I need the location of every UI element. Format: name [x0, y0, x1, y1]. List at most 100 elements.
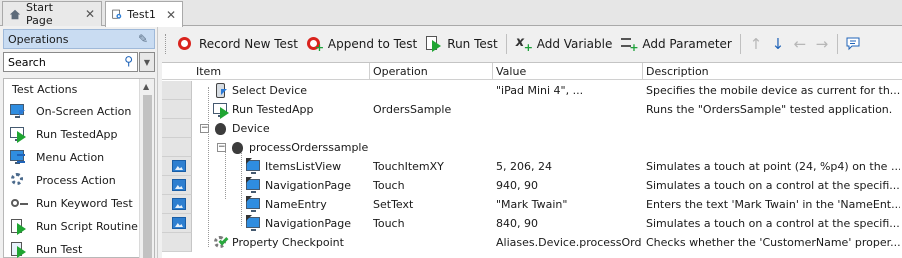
button-label: Run Test [447, 36, 498, 51]
collapse-icon[interactable]: − [217, 143, 226, 152]
operation-item-on-screen-action[interactable]: On-Screen Action [10, 100, 131, 122]
toolbar-grip[interactable] [165, 33, 169, 54]
operations-group-header: Test Actions [12, 83, 78, 96]
row-item-label: processOrderssample [249, 141, 369, 154]
column-divider[interactable] [642, 63, 643, 80]
row-item-label: Device [232, 122, 270, 135]
record-icon [177, 35, 195, 53]
grid-row-property-checkpoint[interactable]: Property Checkpoint Aliases.Device.proce… [192, 233, 902, 252]
row-gutter[interactable] [162, 138, 192, 157]
search-dropdown-button[interactable]: ▼ [139, 52, 155, 72]
move-left-icon[interactable]: ← [789, 32, 811, 56]
toolbar-separator [505, 33, 507, 54]
run-test-button[interactable]: Run Test [421, 32, 501, 56]
operations-scrollbar[interactable]: ▲ [139, 79, 154, 258]
column-header-value[interactable]: Value [496, 65, 526, 78]
test-toolbar: Record New Test + Append to Test Run Tes… [163, 30, 902, 57]
close-icon[interactable]: ✕ [166, 8, 176, 22]
on-screen-action-icon [10, 103, 28, 119]
run-test-icon [10, 241, 28, 258]
row-operation: SetText [373, 198, 414, 211]
tab-start-page[interactable]: Start Page ✕ [2, 1, 102, 27]
grid-row-device[interactable]: − Device [192, 119, 902, 138]
close-icon[interactable]: ✕ [85, 7, 95, 21]
row-operation: Touch [373, 179, 405, 192]
comment-icon[interactable] [842, 32, 864, 56]
move-down-icon[interactable]: ↓ [767, 32, 789, 56]
row-gutter[interactable] [162, 100, 192, 119]
variable-icon: x + [515, 34, 533, 54]
row-operation: Touch [373, 217, 405, 230]
grid-row-process[interactable]: − processOrderssample [192, 138, 902, 157]
row-value: Aliases.Device.processOrd... [496, 236, 642, 249]
operations-panel: Operations ✎ ⚲ ▼ Test Actions On-Screen … [0, 27, 158, 258]
operation-item-run-test[interactable]: Run Test [10, 238, 82, 258]
row-value: "Mark Twain" [496, 198, 568, 211]
search-icon[interactable]: ⚲ [124, 54, 133, 68]
row-gutter[interactable] [162, 157, 192, 176]
screenshot-thumbnail-icon[interactable] [172, 179, 186, 191]
grid-row-select-device[interactable]: Select Device "iPad Mini 4", ... Specifi… [192, 81, 902, 100]
row-item-label: Property Checkpoint [232, 236, 344, 249]
search-input[interactable] [8, 55, 116, 69]
screenshot-thumbnail-icon[interactable] [172, 160, 186, 172]
operation-item-process-action[interactable]: Process Action [10, 169, 116, 191]
row-gutter[interactable] [162, 81, 192, 100]
row-description: Runs the "OrdersSample" tested applicati… [646, 103, 893, 116]
grid-row-run-testedapp[interactable]: Run TestedApp OrdersSample Runs the "Ord… [192, 100, 902, 119]
grid-row-navigationpage[interactable]: NavigationPage Touch 940, 90 Simulates a… [192, 176, 902, 195]
collapse-icon[interactable]: − [200, 124, 209, 133]
toolbar-separator [836, 33, 838, 54]
row-gutter[interactable] [162, 119, 192, 138]
operation-item-run-script-routine[interactable]: Run Script Routine [10, 215, 138, 237]
column-divider[interactable] [369, 63, 370, 80]
append-to-test-button[interactable]: + Append to Test [302, 32, 421, 56]
scrollbar-thumb[interactable] [143, 95, 152, 258]
row-description: Simulates a touch at point (24, %p4) on … [646, 160, 900, 173]
record-new-test-button[interactable]: Record New Test [173, 32, 302, 56]
touch-icon [246, 176, 262, 194]
move-up-icon[interactable]: ↑ [745, 32, 767, 56]
move-right-icon[interactable]: → [811, 32, 833, 56]
row-value: 5, 206, 24 [496, 160, 552, 173]
operations-list: Test Actions On-Screen Action Run Tested… [3, 78, 155, 258]
column-header-description[interactable]: Description [646, 65, 709, 78]
run-script-routine-icon [10, 218, 28, 235]
grid-row-navigationpage[interactable]: NavigationPage Touch 840, 90 Simulates a… [192, 214, 902, 233]
add-parameter-button[interactable]: + Add Parameter [616, 32, 735, 56]
grid-row-nameentry[interactable]: NameEntry SetText "Mark Twain" Enters th… [192, 195, 902, 214]
pin-icon[interactable]: ✎ [138, 32, 148, 46]
operations-search[interactable]: ⚲ [3, 52, 138, 72]
button-label: Add Parameter [642, 36, 732, 51]
row-gutter[interactable] [162, 195, 192, 214]
run-keyword-test-icon [10, 195, 28, 211]
scroll-up-icon[interactable]: ▲ [143, 82, 149, 91]
row-gutter[interactable] [162, 214, 192, 233]
touch-icon [246, 195, 262, 213]
operation-item-menu-action[interactable]: Menu Action [10, 146, 104, 168]
row-operation: TouchItemXY [373, 160, 444, 173]
test-operations-grid: Item Operation Value Description Select … [162, 62, 902, 258]
panel-title: Operations [8, 32, 69, 46]
operation-item-run-keyword-test[interactable]: Run Keyword Test [10, 192, 133, 214]
operation-item-label: Process Action [36, 173, 116, 187]
screenshot-thumbnail-icon[interactable] [172, 217, 186, 229]
add-variable-button[interactable]: x + Add Variable [511, 32, 617, 56]
grid-row-itemslistview[interactable]: ItemsListView TouchItemXY 5, 206, 24 Sim… [192, 157, 902, 176]
tab-test1[interactable]: Test1 ✕ [105, 1, 183, 27]
home-icon [9, 9, 21, 19]
screenshot-thumbnail-icon[interactable] [172, 198, 186, 210]
column-header-operation[interactable]: Operation [373, 65, 428, 78]
column-header-item[interactable]: Item [196, 65, 221, 78]
row-gutter[interactable] [162, 176, 192, 195]
row-item-label: NavigationPage [265, 217, 351, 230]
operation-item-run-testedapp[interactable]: Run TestedApp [10, 123, 118, 145]
row-gutter[interactable] [162, 233, 192, 252]
column-divider[interactable] [492, 63, 493, 80]
tab-label: Start Page [26, 1, 53, 27]
checkpoint-icon [213, 235, 229, 251]
operations-panel-header: Operations ✎ [3, 29, 155, 49]
operation-item-label: Run Script Routine [36, 219, 138, 233]
apple-icon [230, 140, 246, 156]
grid-header: Item Operation Value Description [162, 63, 902, 80]
